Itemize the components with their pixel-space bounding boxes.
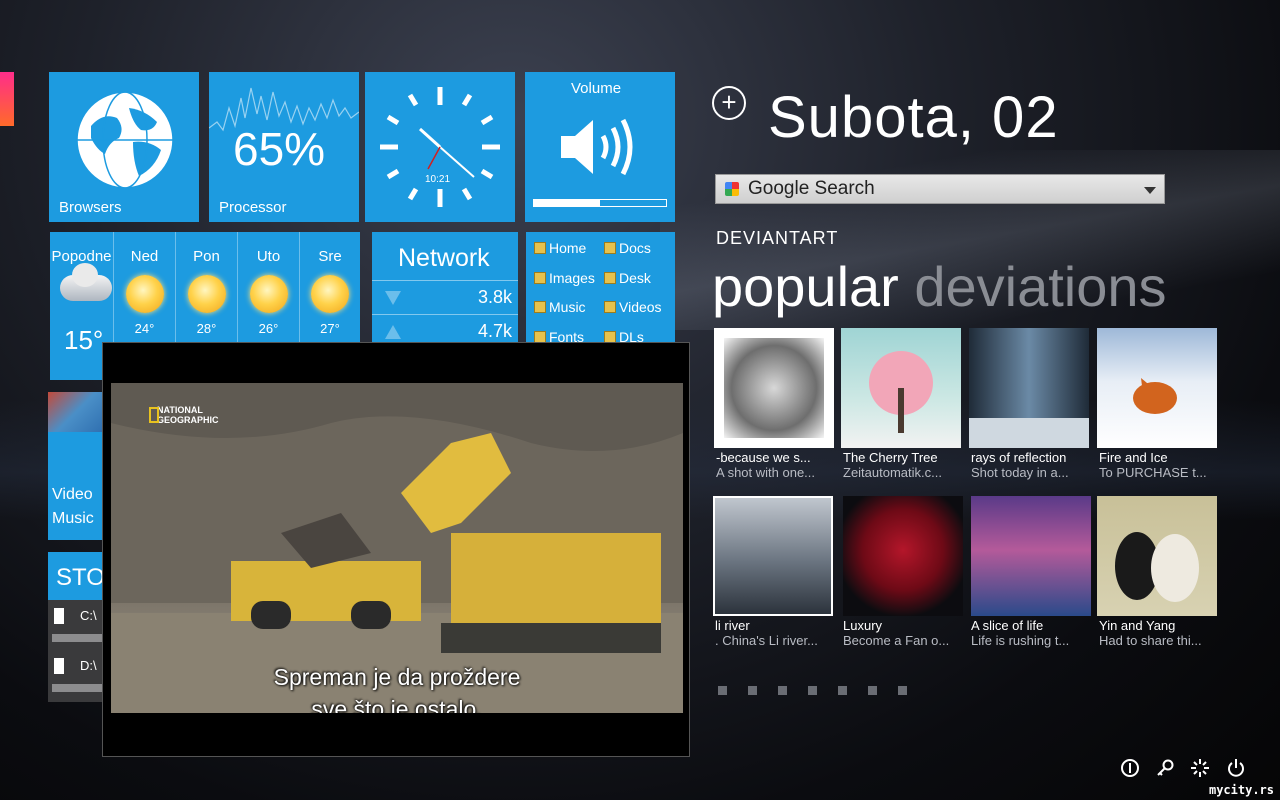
deviation-caption-7[interactable]: A slice of life Life is rushing t...	[971, 618, 1095, 648]
heading-word-deviations: deviations	[914, 255, 1167, 318]
page-dot-5[interactable]	[838, 686, 847, 695]
deviation-caption-3[interactable]: rays of reflection Shot today in a...	[971, 450, 1095, 480]
loading-icon[interactable]	[1190, 758, 1210, 778]
power-icon[interactable]	[1226, 758, 1246, 778]
sun-icon	[308, 275, 352, 313]
link-docs[interactable]: Docs	[604, 240, 651, 256]
network-tile[interactable]: Network 3.8k 4.7k	[372, 232, 518, 347]
deviation-thumb-7[interactable]	[971, 496, 1091, 616]
cloud-icon	[59, 263, 112, 313]
key-icon[interactable]	[1155, 758, 1175, 778]
drive-d-usage-bar	[52, 684, 102, 692]
folder-icon	[534, 301, 546, 313]
video-frame: NATIONAL GEOGRAPHIC Spreman je da prožde…	[111, 383, 683, 713]
music-label: Music	[52, 510, 94, 527]
subtitle-line-2: sve što je ostalo.	[311, 696, 483, 713]
media-thumbnail	[48, 392, 104, 432]
drive-icon	[54, 658, 64, 674]
volume-label: Volume	[571, 80, 622, 97]
folder-icon	[604, 301, 616, 313]
accent-bar	[0, 72, 14, 126]
page-dot-2[interactable]	[748, 686, 757, 695]
link-home[interactable]: Home	[534, 240, 586, 256]
drive-c-label: C:\	[80, 608, 97, 623]
page-dot-7[interactable]	[898, 686, 907, 695]
page-dot-1[interactable]	[718, 686, 727, 695]
sun-icon	[185, 275, 229, 313]
channel-logo-line2: GEOGRAPHIC	[157, 415, 219, 425]
deviation-caption-5[interactable]: li river . China's Li river...	[715, 618, 839, 648]
deviantart-section-label: DEVIANTART	[716, 228, 839, 248]
link-images[interactable]: Images	[534, 270, 595, 286]
date-title: Subota, 02	[768, 85, 1059, 150]
drive-c-usage-bar	[52, 634, 102, 642]
search-engine-select[interactable]: Google Search	[715, 174, 1165, 204]
browsers-tile[interactable]: Browsers	[49, 72, 199, 222]
heading-word-popular: popular	[712, 255, 899, 318]
clock-icon	[380, 87, 500, 207]
processor-label: Processor	[219, 199, 287, 216]
network-download-row: 3.8k	[372, 280, 518, 314]
deviation-thumb-4[interactable]	[1097, 328, 1217, 448]
link-music[interactable]: Music	[534, 299, 586, 315]
processor-value: 65%	[233, 123, 326, 175]
globe-icon	[76, 91, 174, 189]
deviation-caption-4[interactable]: Fire and Ice To PURCHASE t...	[1099, 450, 1223, 480]
sun-icon	[123, 275, 167, 313]
page-dot-4[interactable]	[808, 686, 817, 695]
clock-tile[interactable]: 10:21	[365, 72, 515, 222]
channel-logo-line1: NATIONAL	[157, 405, 203, 415]
deviation-caption-6[interactable]: Luxury Become a Fan o...	[843, 618, 967, 648]
link-desk[interactable]: Desk	[604, 270, 651, 286]
deviation-thumb-3[interactable]	[969, 328, 1089, 448]
folder-icon	[534, 272, 546, 284]
deviation-thumb-1[interactable]	[714, 328, 834, 448]
deviation-caption-1[interactable]: -because we s... A shot with one...	[716, 450, 840, 480]
folder-links-tile: Home Docs Images Desk Music Videos Fonts…	[526, 232, 675, 347]
plus-circle-icon[interactable]: +	[712, 86, 746, 120]
deviation-thumb-5[interactable]	[713, 496, 833, 616]
info-icon[interactable]	[1120, 758, 1140, 778]
google-icon	[725, 182, 739, 196]
search-engine-label: Google Search	[748, 178, 875, 199]
channel-logo-frame	[149, 407, 159, 423]
network-download-value: 3.8k	[477, 287, 512, 307]
sun-icon	[247, 275, 291, 313]
deviation-thumb-6[interactable]	[843, 496, 963, 616]
popular-deviations-heading: popular deviations	[712, 254, 1167, 319]
storage-title: STO	[56, 564, 105, 591]
deviation-thumb-2[interactable]	[841, 328, 961, 448]
drive-icon	[54, 608, 64, 624]
page-dot-3[interactable]	[778, 686, 787, 695]
deviation-thumb-8[interactable]	[1097, 496, 1217, 616]
volume-tile[interactable]: Volume	[525, 72, 675, 222]
deviation-caption-2[interactable]: The Cherry Tree Zeitautomatik.c...	[843, 450, 967, 480]
volume-slider-fill	[534, 200, 600, 206]
folder-icon	[604, 242, 616, 254]
browsers-label: Browsers	[59, 199, 122, 216]
processor-tile[interactable]: 65% Processor	[209, 72, 359, 222]
volume-slider[interactable]	[533, 199, 667, 207]
media-tile[interactable]: Video Music	[48, 392, 104, 540]
network-title: Network	[398, 244, 490, 272]
upload-arrow-icon	[385, 325, 401, 339]
folder-icon	[534, 242, 546, 254]
speaker-icon	[561, 118, 633, 176]
page-dot-6[interactable]	[868, 686, 877, 695]
storage-tile[interactable]: STO C:\ D:\	[48, 552, 105, 702]
subtitle-line-1: Spreman je da proždere	[273, 664, 521, 690]
folder-icon	[604, 272, 616, 284]
clock-time: 10:21	[425, 174, 451, 185]
chevron-down-icon[interactable]	[1144, 187, 1156, 194]
watermark: mycity.rs	[1208, 783, 1274, 797]
deviation-caption-8[interactable]: Yin and Yang Had to share thi...	[1099, 618, 1223, 648]
video-player-window[interactable]: NATIONAL GEOGRAPHIC Spreman je da prožde…	[102, 342, 690, 757]
network-upload-value: 4.7k	[477, 321, 512, 341]
drive-d-label: D:\	[80, 658, 97, 673]
link-videos[interactable]: Videos	[604, 299, 662, 315]
video-label: Video	[52, 486, 93, 503]
download-arrow-icon	[385, 291, 401, 305]
